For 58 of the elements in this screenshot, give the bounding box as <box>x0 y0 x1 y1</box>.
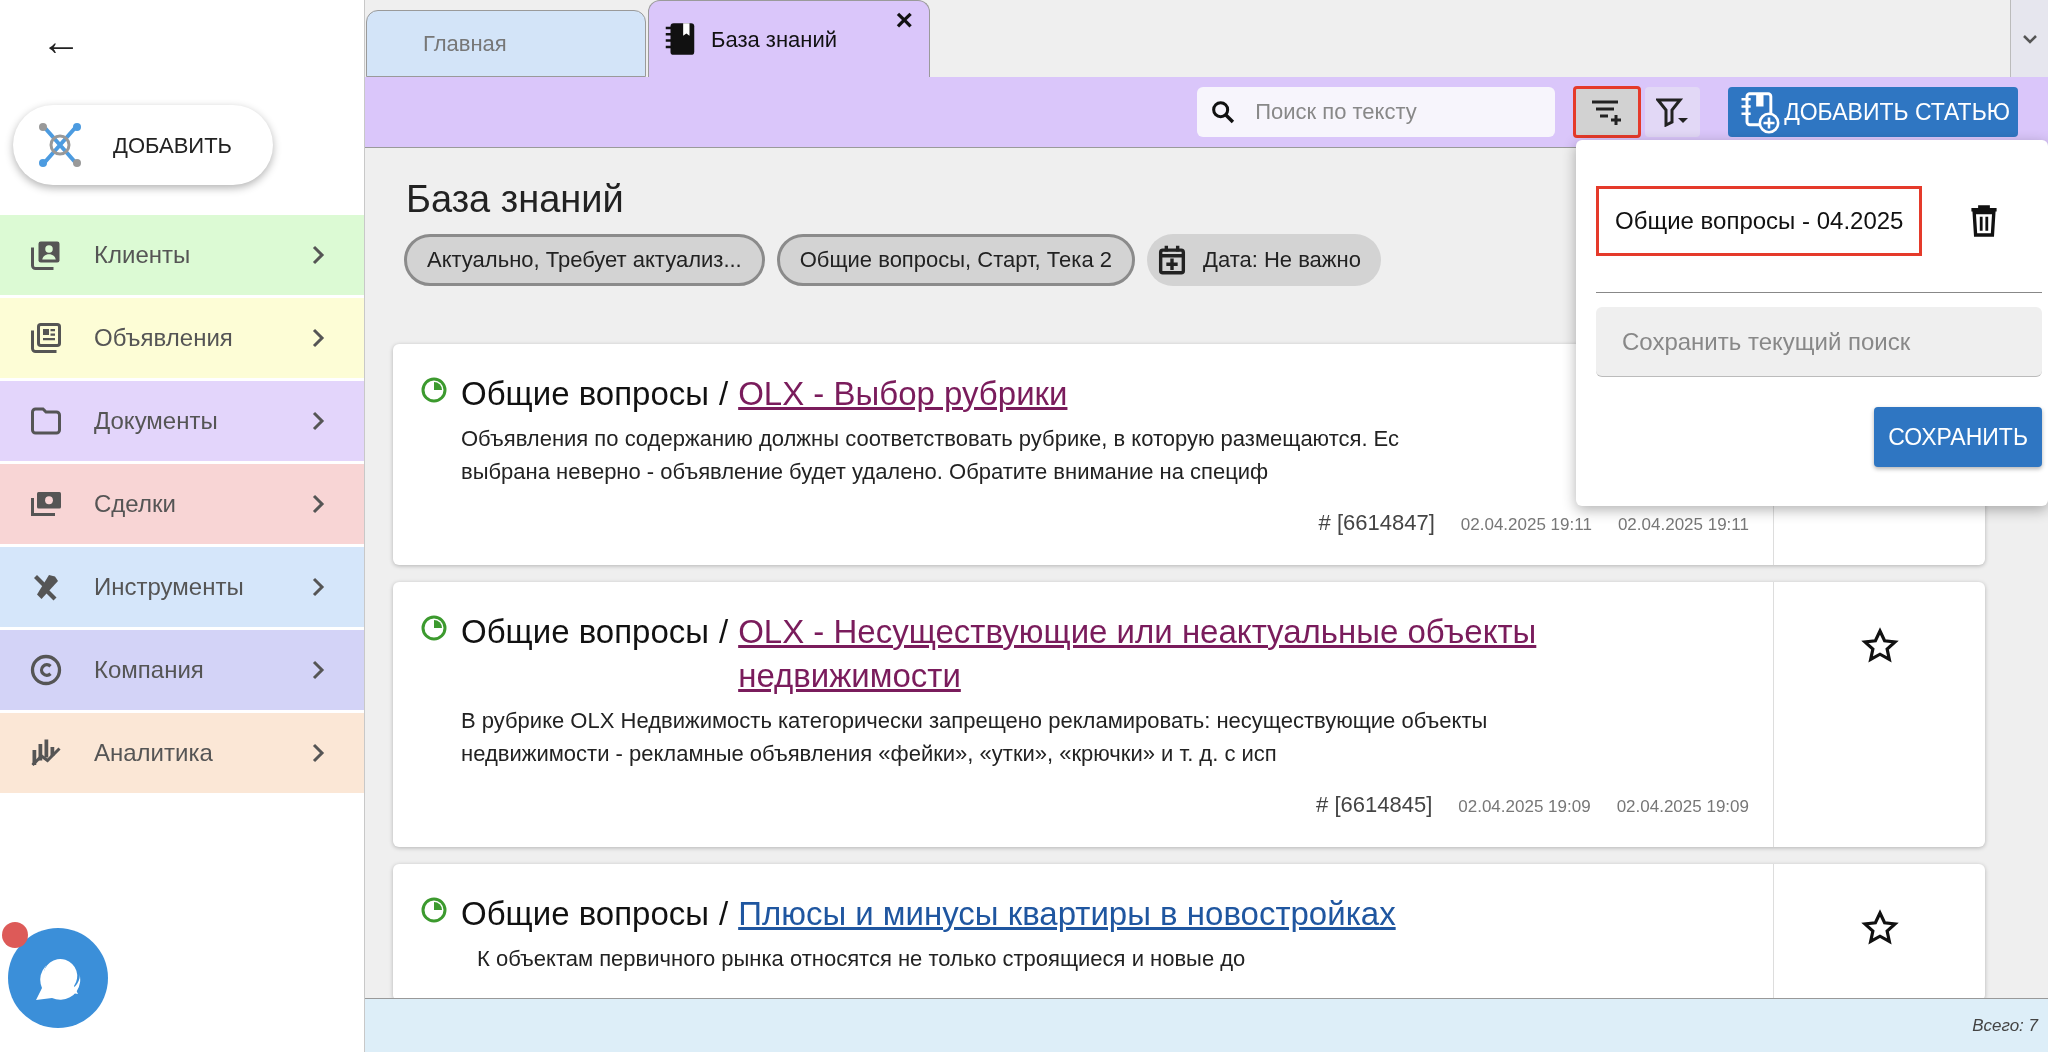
saved-filters-button[interactable] <box>1573 86 1642 138</box>
created-date: 02.04.2025 19:11 <box>1460 513 1592 536</box>
article-category: Общие вопросы <box>461 611 709 652</box>
article-link[interactable]: OLX - Выбор рубрики <box>738 371 1068 416</box>
chevron-right-icon <box>310 493 326 515</box>
date-filter-chip[interactable]: Дата: Не важно <box>1147 233 1381 286</box>
article-id: # [6614847] <box>1318 508 1435 537</box>
pie-progress-icon <box>421 896 447 923</box>
trash-icon <box>1970 204 1998 238</box>
article-id: # [6614845] <box>1316 790 1433 819</box>
article-category: Общие вопросы <box>461 373 709 414</box>
close-tab-button[interactable]: × <box>895 5 913 35</box>
star-icon <box>1860 908 1899 947</box>
sidebar-item[interactable]: Сделки <box>0 464 364 544</box>
news-icon <box>28 320 64 356</box>
sidebar-item[interactable]: Инструменты <box>0 547 364 627</box>
article-link[interactable]: Плюсы и минусы квартиры в новостройках <box>738 891 1396 936</box>
filter-menu-button[interactable] <box>1645 87 1701 137</box>
add-button[interactable]: ДОБАВИТЬ <box>13 105 273 185</box>
add-article-button[interactable]: ДОБАВИТЬ СТАТЬЮ <box>1728 87 2018 137</box>
filter-chip[interactable]: Общие вопросы, Старт, Тека 2 <box>776 233 1135 286</box>
total-count: Всего: 7 <box>1972 1014 2038 1037</box>
article-excerpt: В рубрике OLX Недвижимость категорически запрещено рекламировать: несуществующие объекты недвижимости - рекламные объявления «фейки», «утки», «крючки» и т. д. с исп <box>460 706 1489 768</box>
chevron-right-icon <box>310 410 326 432</box>
sidebar-item[interactable]: Аналитика <box>0 713 364 793</box>
tab[interactable]: База знаний × <box>648 0 930 77</box>
filter-chip[interactable]: Актуально, Требует актуализ... <box>404 233 765 286</box>
article-excerpt: Объявления по содержанию должны соответствовать рубрике, в которую размещаются. Ес выбрана неверно - объявление будет удалено. Обратите внимание на специф <box>460 424 1401 486</box>
updated-date: 02.04.2025 19:11 <box>1617 513 1749 536</box>
sidebar-item[interactable]: Документы <box>0 381 364 461</box>
back-button[interactable]: ← <box>38 18 84 64</box>
chevron-right-icon <box>310 659 326 681</box>
chevron-right-icon <box>310 327 326 349</box>
path-separator: / <box>719 611 729 652</box>
copyright-icon <box>28 652 64 688</box>
search-field[interactable]: Поиск по тексту <box>1197 87 1556 137</box>
article-excerpt: К объектам первичного рынка относятся не только строящиеся и новые до <box>476 944 1247 973</box>
sidebar-item[interactable]: Клиенты <box>0 215 364 295</box>
article-link[interactable]: OLX - Несуществующие или неактуальные объекты недвижимости <box>738 609 1581 698</box>
pie-progress-icon <box>421 376 447 403</box>
path-separator: / <box>719 373 729 414</box>
chevron-down-icon <box>2020 32 2039 45</box>
saved-search-item[interactable]: Общие вопросы - 04.2025 <box>1596 186 1923 256</box>
chevron-right-icon <box>310 742 326 764</box>
pie-progress-icon <box>421 614 447 641</box>
star-icon <box>1860 626 1899 665</box>
chevron-right-icon <box>310 244 326 266</box>
funnel-icon <box>1655 97 1690 127</box>
created-date: 02.04.2025 19:09 <box>1458 795 1591 818</box>
save-name-field[interactable]: Сохранить текущий поиск <box>1596 307 2042 377</box>
sidebar-item[interactable]: Компания <box>0 630 364 710</box>
path-separator: / <box>719 893 729 934</box>
page-title: База знаний <box>406 177 624 222</box>
article-category: Общие вопросы <box>461 893 709 934</box>
sidebar-item[interactable]: Объявления <box>0 298 364 378</box>
chevron-right-icon <box>310 576 326 598</box>
save-button[interactable]: СОХРАНИТЬ <box>1874 407 2042 467</box>
updated-date: 02.04.2025 19:09 <box>1616 795 1749 818</box>
